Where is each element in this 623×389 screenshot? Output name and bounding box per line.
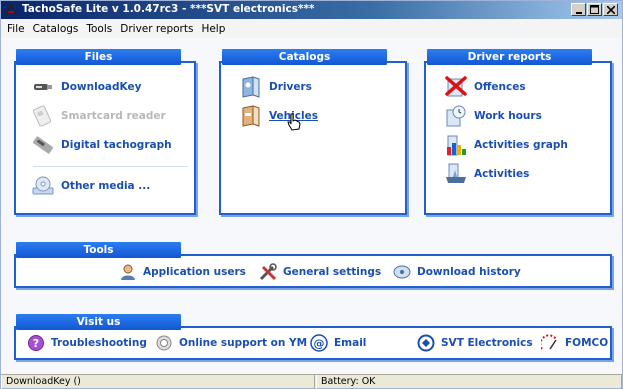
maximize-button[interactable] bbox=[587, 3, 602, 16]
work-hours-item[interactable]: Work hours bbox=[444, 104, 542, 128]
menu-tools[interactable]: Tools bbox=[86, 23, 112, 35]
smartcard-reader-label: Smartcard reader bbox=[61, 110, 166, 122]
chat-icon bbox=[156, 335, 172, 351]
usb-key-icon bbox=[34, 84, 52, 90]
files-separator bbox=[33, 166, 188, 167]
title-bar[interactable]: TachoSafe Lite v 1.0.47rc3 - ***SVT elec… bbox=[1, 1, 622, 19]
svt-electronics-label: SVT Electronics bbox=[441, 337, 533, 349]
status-bar: DownloadKey () Battery: OK bbox=[1, 374, 622, 389]
tachograph-icon bbox=[32, 136, 54, 154]
menu-help[interactable]: Help bbox=[201, 23, 225, 35]
window-controls bbox=[570, 3, 618, 16]
activities-graph-label: Activities graph bbox=[474, 139, 568, 151]
smartcard-reader-icon bbox=[32, 105, 52, 127]
cd-drive-icon bbox=[32, 176, 54, 195]
tools-tab: Tools bbox=[16, 242, 181, 258]
offences-label: Offences bbox=[474, 81, 526, 93]
fomco-item[interactable]: FOMCO bbox=[541, 334, 608, 352]
work-hours-label: Work hours bbox=[474, 110, 542, 122]
svt-electronics-item[interactable]: SVT Electronics bbox=[417, 334, 533, 352]
drivers-book-icon bbox=[242, 76, 260, 98]
troubleshooting-label: Troubleshooting bbox=[51, 337, 147, 349]
activities-item[interactable]: Activities bbox=[444, 162, 529, 186]
maximize-icon bbox=[590, 5, 599, 14]
window-title: TachoSafe Lite v 1.0.47rc3 - ***SVT elec… bbox=[22, 3, 315, 15]
visit-us-tab: Visit us bbox=[16, 314, 181, 330]
tools-icon bbox=[259, 263, 277, 281]
activities-icon bbox=[446, 163, 466, 183]
download-history-label: Download history bbox=[417, 266, 521, 278]
app-window: TachoSafe Lite v 1.0.47rc3 - ***SVT elec… bbox=[0, 0, 623, 389]
downloadkey-item[interactable]: DownloadKey bbox=[31, 75, 141, 99]
catalogs-tab: Catalogs bbox=[222, 49, 387, 65]
online-support-label: Online support on YM bbox=[179, 337, 308, 349]
digital-tachograph-label: Digital tachograph bbox=[61, 139, 172, 151]
status-device: DownloadKey () bbox=[1, 375, 315, 389]
vehicles-label: Vehicles bbox=[269, 110, 318, 122]
svg-text:@: @ bbox=[314, 337, 325, 350]
application-users-label: Application users bbox=[143, 266, 246, 278]
menu-bar: File Catalogs Tools Driver reports Help bbox=[1, 19, 622, 38]
activities-graph-icon bbox=[447, 135, 466, 156]
activities-graph-item[interactable]: Activities graph bbox=[444, 133, 568, 157]
troubleshooting-item[interactable]: ? Troubleshooting bbox=[27, 334, 147, 352]
vehicles-book-icon bbox=[242, 105, 260, 127]
files-tab: Files bbox=[16, 49, 181, 65]
close-button[interactable] bbox=[603, 3, 618, 16]
fomco-logo-icon bbox=[541, 334, 557, 350]
downloadkey-label: DownloadKey bbox=[61, 81, 142, 93]
email-item[interactable]: @ Email bbox=[310, 334, 366, 352]
minimize-icon bbox=[575, 11, 582, 14]
other-media-item[interactable]: Other media ... bbox=[31, 174, 150, 198]
email-icon: @ bbox=[310, 334, 328, 352]
online-support-item[interactable]: Online support on YM bbox=[155, 334, 307, 352]
close-icon bbox=[606, 5, 615, 14]
email-label: Email bbox=[334, 337, 367, 349]
work-hours-icon bbox=[446, 105, 466, 127]
drivers-item[interactable]: Drivers bbox=[239, 75, 312, 99]
help-icon: ? bbox=[28, 335, 44, 351]
digital-tachograph-item[interactable]: Digital tachograph bbox=[31, 133, 172, 157]
smartcard-reader-item[interactable]: Smartcard reader bbox=[31, 104, 166, 128]
user-icon bbox=[121, 264, 135, 280]
drivers-label: Drivers bbox=[269, 81, 312, 93]
application-users-item[interactable]: Application users bbox=[119, 263, 246, 281]
app-icon bbox=[5, 3, 17, 16]
vehicles-item[interactable]: Vehicles bbox=[239, 104, 318, 128]
minimize-button[interactable] bbox=[571, 3, 586, 16]
history-icon bbox=[393, 265, 411, 279]
fomco-label: FOMCO bbox=[565, 337, 609, 349]
offences-item[interactable]: Offences bbox=[444, 75, 526, 99]
offences-icon bbox=[445, 76, 467, 97]
menu-driver-reports[interactable]: Driver reports bbox=[120, 23, 193, 35]
other-media-label: Other media ... bbox=[61, 180, 151, 192]
general-settings-item[interactable]: General settings bbox=[259, 263, 381, 281]
driver-reports-tab: Driver reports bbox=[427, 49, 592, 65]
svg-text:?: ? bbox=[33, 337, 39, 350]
svt-logo-icon bbox=[417, 334, 435, 352]
general-settings-label: General settings bbox=[283, 266, 382, 278]
menu-file[interactable]: File bbox=[7, 23, 25, 35]
download-history-item[interactable]: Download history bbox=[393, 263, 521, 281]
status-battery: Battery: OK bbox=[316, 375, 622, 389]
activities-label: Activities bbox=[474, 168, 530, 180]
menu-catalogs[interactable]: Catalogs bbox=[33, 23, 79, 35]
